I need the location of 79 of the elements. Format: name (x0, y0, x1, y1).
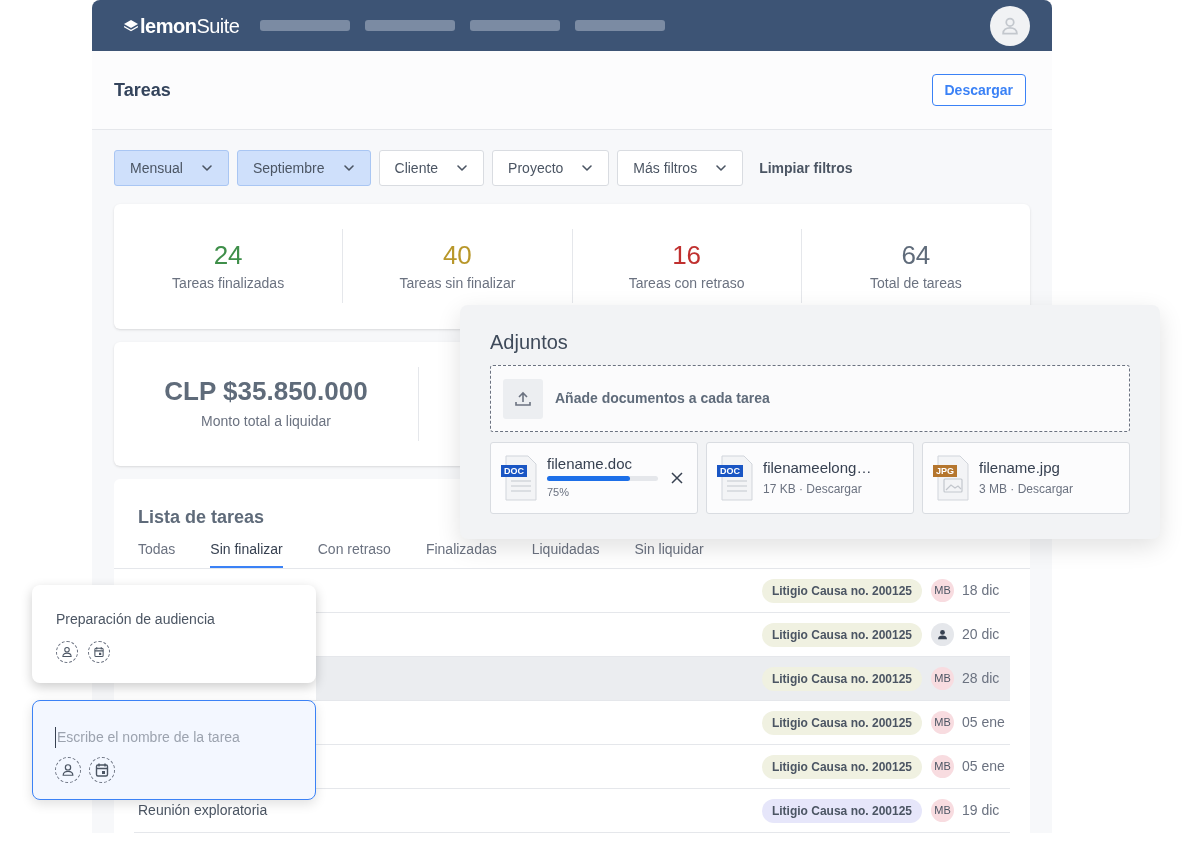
task-card-title: Preparación de audiencia (56, 611, 215, 627)
filter-dropdown[interactable]: Cliente (378, 150, 485, 186)
task-list-title: Lista de tareas (138, 506, 266, 529)
new-task-input[interactable]: Escribe el nombre de la tarea (32, 700, 316, 800)
due-date: 28 dic (962, 669, 1001, 688)
file-meta: 17 KB · Descargar (763, 480, 863, 498)
file-meta: 3 MB · Descargar (979, 480, 1074, 498)
stat-value: 16 (672, 238, 702, 271)
file-type-label: DOC (501, 465, 527, 477)
task-tab[interactable]: Todas (138, 539, 176, 568)
dropzone[interactable]: Añade documentos a cada tarea (490, 365, 1130, 432)
task-name-field[interactable]: Escribe el nombre de la tarea (55, 727, 293, 748)
due-date: 20 dic (962, 625, 1001, 644)
task-tab[interactable]: Sin finalizar (210, 539, 283, 568)
file-name: filenameelong… (763, 458, 872, 477)
project-tag: Litigio Causa no. 200125 (761, 622, 922, 647)
chevron-down-icon (342, 164, 355, 172)
filter-dropdown[interactable]: Más filtros (617, 150, 744, 186)
amount-label: Monto total a liquidar (201, 412, 331, 432)
filter-dropdown[interactable]: Septiembre (236, 150, 371, 186)
chevron-down-icon (715, 164, 728, 172)
stat-value: 40 (442, 238, 472, 271)
task-row[interactable]: Litigio Causa no. 200125 MB 28 dic (316, 657, 1010, 700)
person-icon (61, 763, 75, 777)
due-date: 19 dic (962, 801, 1001, 820)
file-type-label: JPG (933, 465, 957, 477)
task-tab[interactable]: Con retraso (317, 539, 391, 568)
assignee-avatar: MB (931, 755, 954, 778)
file-name: filename.doc (547, 455, 634, 474)
task-card[interactable]: Preparación de audiencia (32, 585, 316, 683)
task-tab[interactable]: Finalizadas (425, 539, 497, 568)
project-tag: Litigio Causa no. 200125 (761, 754, 922, 779)
close-icon[interactable] (671, 472, 683, 484)
assignee-avatar: MB (931, 799, 954, 822)
stat-label: Total de tareas (869, 273, 962, 293)
calendar-icon (94, 762, 110, 778)
project-tag: Litigio Causa no. 200125 (761, 578, 922, 603)
due-date: 05 ene (962, 713, 1006, 732)
user-icon (1000, 15, 1020, 36)
upload-icon (503, 378, 543, 419)
attachments-title: Adjuntos (490, 330, 569, 355)
chevron-down-icon (200, 164, 213, 172)
page-title: Tareas (114, 78, 171, 102)
task-tab[interactable]: Liquidadas (531, 539, 600, 568)
download-button[interactable]: Descargar (931, 74, 1026, 106)
project-tag: Litigio Causa no. 200125 (761, 710, 922, 735)
stat-label: Tareas finalizadas (172, 273, 285, 293)
filter-dropdown[interactable]: Proyecto (492, 150, 610, 186)
file-card[interactable]: JPG filename.jpg 3 MB · Descargar (922, 442, 1130, 514)
file-type-label: DOC (717, 465, 743, 477)
file-card[interactable]: DOC filename.doc 75% (490, 442, 698, 514)
amount-value: CLP $35.850.000 (164, 375, 368, 408)
person-icon (61, 646, 73, 658)
stat-value: 64 (901, 238, 931, 271)
dropzone-text: Añade documentos a cada tarea (555, 389, 770, 408)
project-tag: Litigio Causa no. 200125 (761, 666, 922, 691)
stat-value: 24 (213, 238, 243, 271)
clear-filters-link[interactable]: Limpiar filtros (759, 157, 853, 179)
unassigned-avatar (931, 623, 954, 646)
due-date: 05 ene (962, 757, 1006, 776)
project-tag: Litigio Causa no. 200125 (761, 798, 922, 823)
file-card[interactable]: DOC filenameelong… 17 KB · Descargar (706, 442, 914, 514)
file-name: filename.jpg (979, 458, 1061, 477)
chevron-down-icon (581, 164, 594, 172)
due-date: 18 dic (962, 581, 1001, 600)
assignee-avatar: MB (931, 711, 954, 734)
task-tab[interactable]: Sin liquidar (634, 539, 704, 568)
logo-diamond-icon (124, 19, 138, 32)
assignee-avatar: MB (931, 579, 954, 602)
logo-text[interactable]: lemonSuite (140, 10, 240, 41)
stat-label: Tareas con retraso (628, 273, 745, 293)
task-name: Reunión exploratoria (138, 801, 268, 820)
assignee-avatar: MB (931, 667, 954, 690)
stat-label: Tareas sin finalizar (399, 273, 516, 293)
avatar-button[interactable] (990, 5, 1030, 46)
chevron-down-icon (456, 164, 469, 172)
upload-percent: 75% (547, 485, 571, 501)
filter-dropdown[interactable]: Mensual (114, 150, 229, 186)
calendar-icon (93, 646, 105, 658)
